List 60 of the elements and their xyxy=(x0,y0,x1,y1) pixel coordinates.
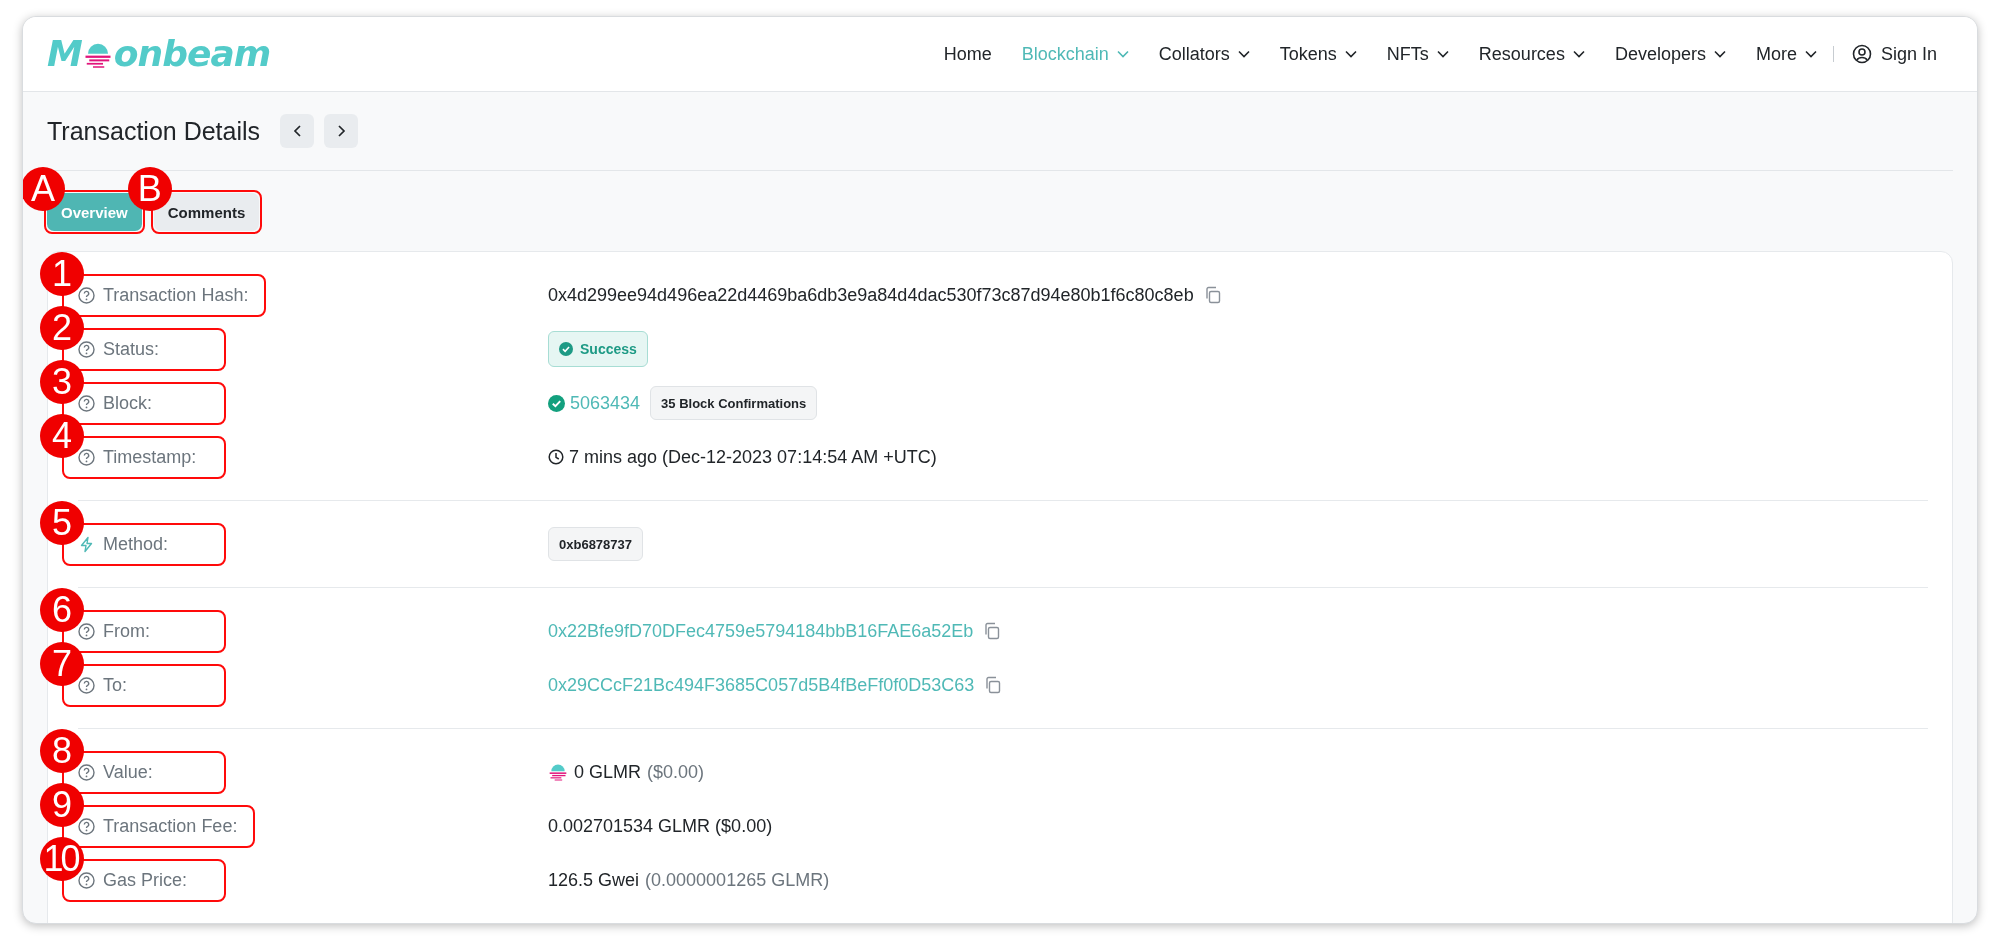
status-badge: Success xyxy=(548,331,648,367)
field-value: 0x4d299ee94d496ea22d4469ba6db3e9a84d4dac530f73c87d94e80b1f6c80c8eb xyxy=(548,284,1194,306)
nav-link[interactable]: Developers xyxy=(1614,43,1726,65)
annotation-marker: 6 xyxy=(40,587,84,632)
check-circle-icon xyxy=(559,342,573,356)
user-circle-icon xyxy=(1851,44,1872,64)
previous-button[interactable] xyxy=(280,114,315,148)
nav-link[interactable]: Home xyxy=(943,43,992,65)
field-label: Transaction Hash: xyxy=(103,284,249,306)
logo-text: M xyxy=(47,36,82,72)
help-icon xyxy=(78,448,95,466)
annotation-marker: 4 xyxy=(40,413,84,458)
help-icon xyxy=(78,676,95,694)
annotation-marker: 2 xyxy=(40,305,84,350)
field-label: Block: xyxy=(103,392,153,414)
nav-link[interactable]: Resources xyxy=(1478,43,1585,65)
field-value: 0 GLMR xyxy=(574,761,642,783)
sign-in-link[interactable]: Sign In xyxy=(1851,43,1937,65)
nav-link[interactable]: More xyxy=(1755,43,1817,65)
field-label: Status: xyxy=(103,338,160,360)
method-badge: 0xb6878737 xyxy=(548,527,643,561)
help-icon xyxy=(78,622,95,640)
nav-link[interactable]: NFTs xyxy=(1386,43,1449,65)
field-label: Value: xyxy=(103,761,153,783)
annotation-marker: 10 xyxy=(40,836,84,881)
field-label: From: xyxy=(103,620,150,642)
annotation-marker: 5 xyxy=(40,500,84,545)
field-note: ($0.00) xyxy=(647,761,705,783)
field-label: Transaction Fee: xyxy=(103,815,238,837)
logo-text: onbeam xyxy=(113,36,271,72)
chevron-right-icon xyxy=(336,125,346,137)
help-icon xyxy=(78,286,95,304)
chevron-left-icon xyxy=(292,125,302,137)
annotation-marker: 7 xyxy=(40,641,84,686)
help-icon xyxy=(78,763,95,781)
field-label: Timestamp: xyxy=(103,446,197,468)
field-note: (0.0000001265 GLMR) xyxy=(645,869,830,891)
field-value: 0.002701534 GLMR ($0.00) xyxy=(548,815,773,837)
lightning-icon xyxy=(78,535,95,553)
check-circle-icon xyxy=(548,394,565,412)
field-value: 126.5 Gwei xyxy=(548,869,640,891)
field-label: Gas Price: xyxy=(103,869,188,891)
page-title: Transaction Details xyxy=(47,116,261,146)
annotation-marker: 3 xyxy=(40,359,84,404)
field-label: Method: xyxy=(103,533,169,555)
annotation-marker: 1 xyxy=(40,251,84,296)
help-icon xyxy=(78,871,95,889)
annotation-marker: 8 xyxy=(40,728,84,773)
nav-link[interactable]: Collators xyxy=(1158,43,1250,65)
clock-icon xyxy=(548,449,564,465)
annotation-marker: 9 xyxy=(40,782,84,827)
next-button[interactable] xyxy=(324,114,359,148)
help-icon xyxy=(78,340,95,358)
nav-link[interactable]: Tokens xyxy=(1279,43,1357,65)
token-icon xyxy=(548,762,568,782)
field-label: To: xyxy=(103,674,127,696)
help-icon xyxy=(78,394,95,412)
help-icon xyxy=(78,817,95,835)
field-value: 7 mins ago (Dec-12-2023 07:14:54 AM +UTC) xyxy=(569,446,937,468)
confirmations-badge: 35 Block Confirmations xyxy=(650,386,818,420)
